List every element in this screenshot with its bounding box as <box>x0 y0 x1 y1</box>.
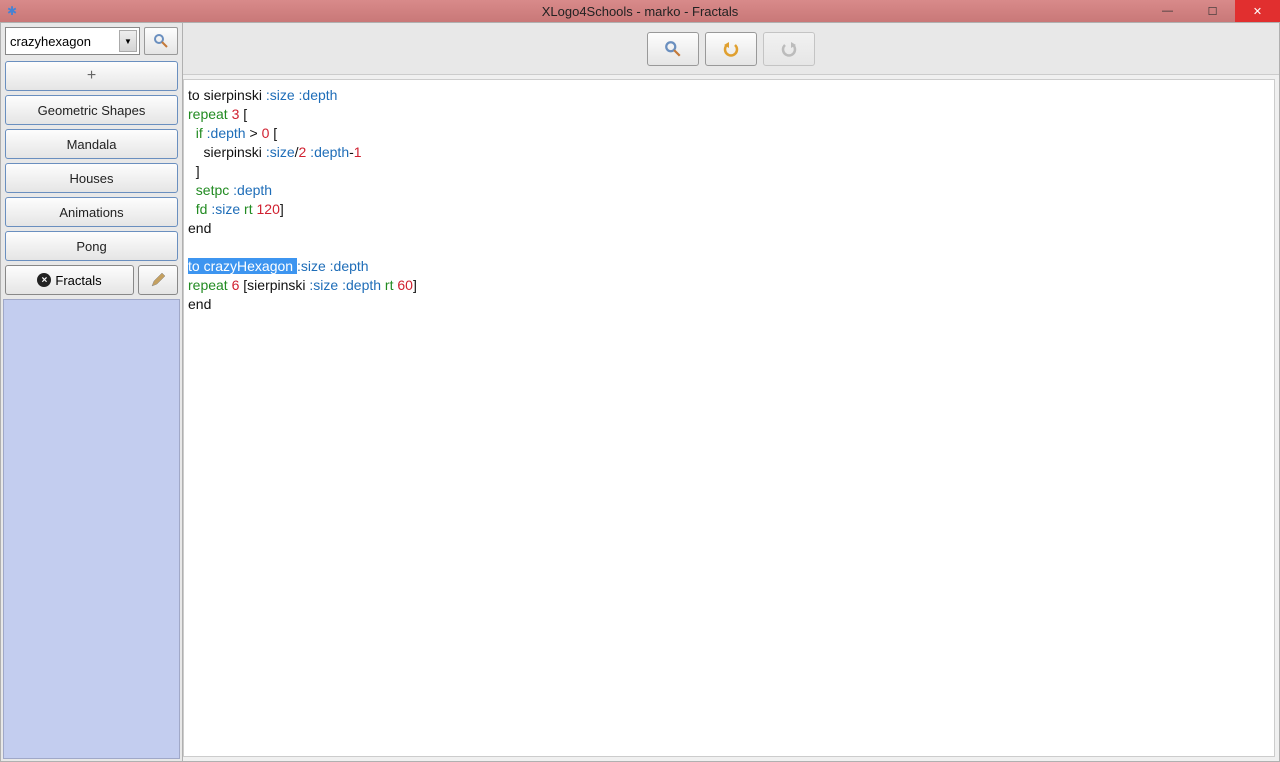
procedure-select-value: crazyhexagon <box>10 34 91 49</box>
add-button[interactable]: + <box>5 61 178 91</box>
pencil-icon <box>150 272 166 288</box>
find-button[interactable] <box>647 32 699 66</box>
window-titlebar: ✱ XLogo4Schools - marko - Fractals — ☐ ✕ <box>0 0 1280 22</box>
category-animations[interactable]: Animations <box>5 197 178 227</box>
category-geometric-shapes[interactable]: Geometric Shapes <box>5 95 178 125</box>
search-button[interactable] <box>144 27 178 55</box>
window-controls: — ☐ ✕ <box>1145 0 1280 22</box>
category-pong[interactable]: Pong <box>5 231 178 261</box>
close-button[interactable]: ✕ <box>1235 0 1280 22</box>
category-houses[interactable]: Houses <box>5 163 178 193</box>
main-area: to sierpinski :size :depth repeat 3 [ if… <box>183 23 1279 761</box>
edit-button[interactable] <box>138 265 178 295</box>
main-toolbar <box>183 23 1279 75</box>
maximize-button[interactable]: ☐ <box>1190 0 1235 22</box>
magnifier-icon <box>664 40 682 58</box>
sidebar: crazyhexagon ▼ + Geometric Shapes Mandal… <box>1 23 183 761</box>
sidebar-empty-area <box>3 299 180 759</box>
redo-button[interactable] <box>763 32 815 66</box>
minimize-button[interactable]: — <box>1145 0 1190 22</box>
category-fractals[interactable]: × Fractals <box>5 265 134 295</box>
redo-icon <box>780 40 798 58</box>
procedure-select[interactable]: crazyhexagon ▼ <box>5 27 140 55</box>
fractals-label: Fractals <box>55 273 101 288</box>
close-circle-icon: × <box>37 273 51 287</box>
dropdown-arrow-icon[interactable]: ▼ <box>119 30 137 52</box>
app-icon: ✱ <box>4 3 20 19</box>
undo-icon <box>722 40 740 58</box>
category-mandala[interactable]: Mandala <box>5 129 178 159</box>
magnifier-icon <box>153 33 169 49</box>
code-editor[interactable]: to sierpinski :size :depth repeat 3 [ if… <box>183 79 1275 757</box>
undo-button[interactable] <box>705 32 757 66</box>
window-title: XLogo4Schools - marko - Fractals <box>542 4 739 19</box>
